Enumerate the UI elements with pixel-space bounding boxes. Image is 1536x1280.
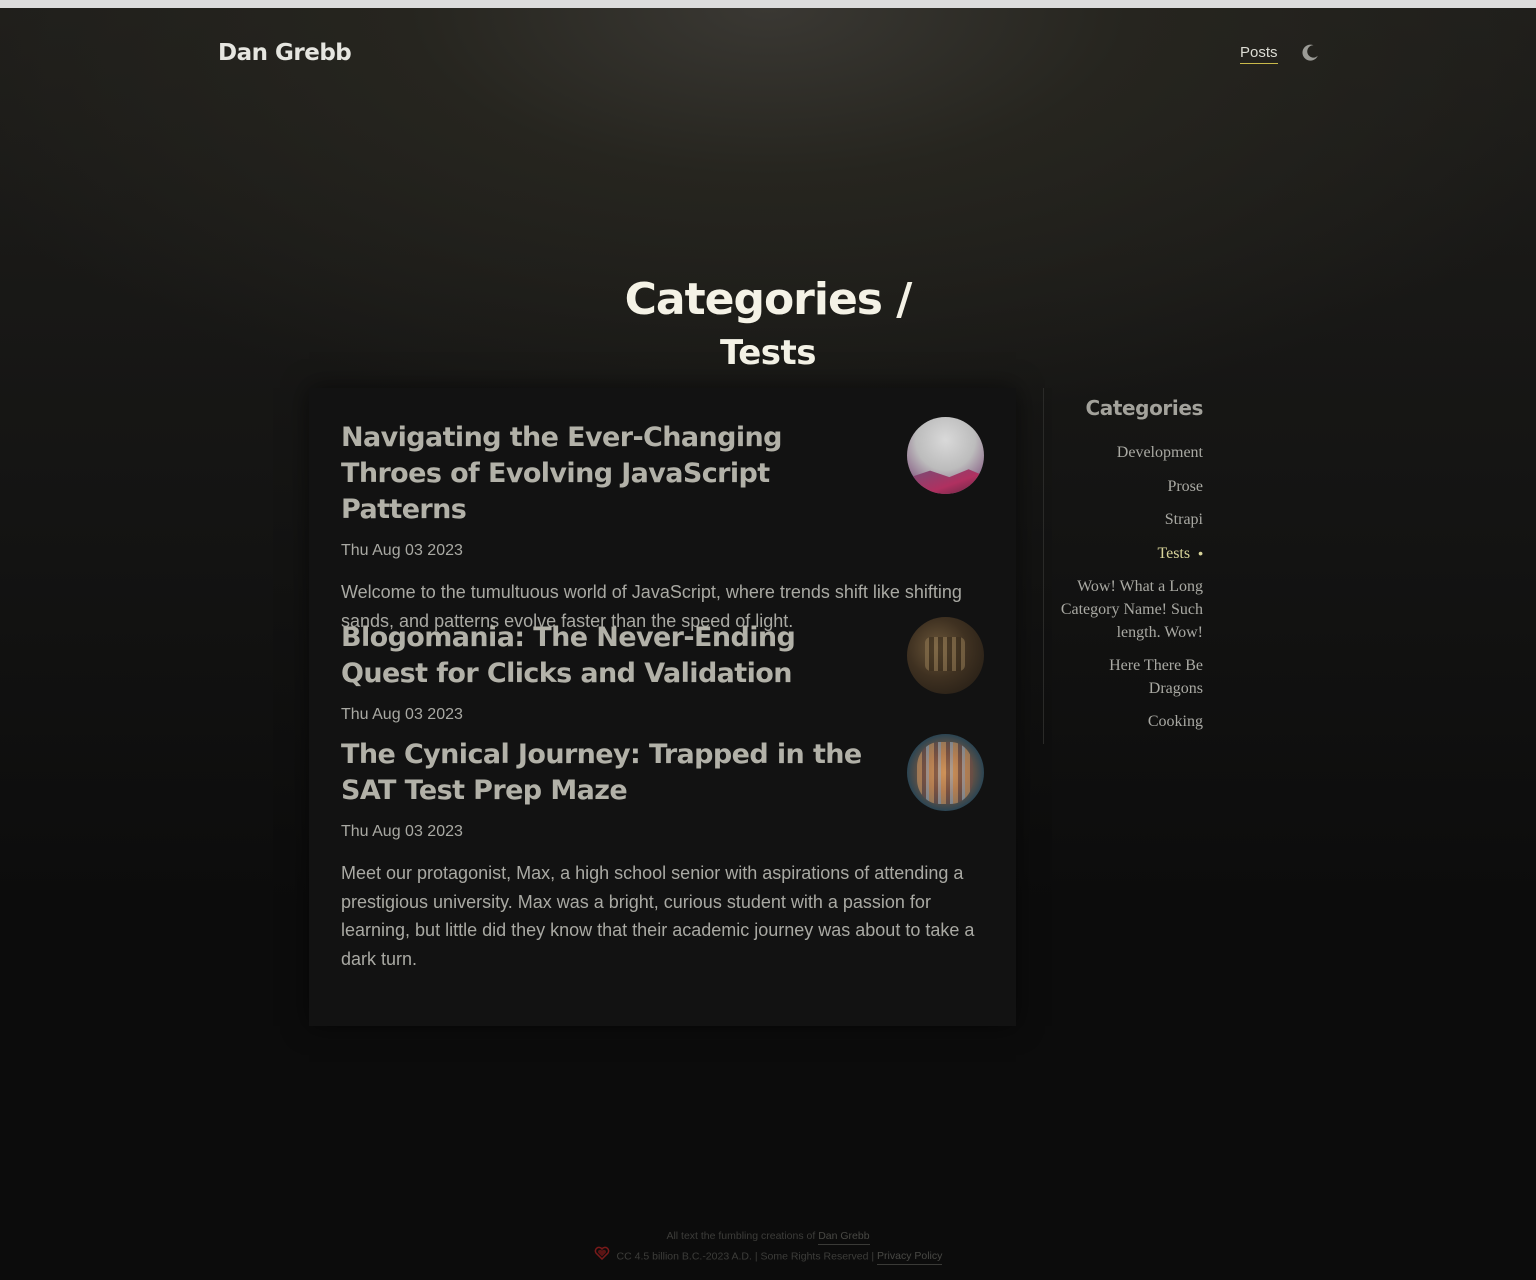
footer-license: CC 4.5 billion B.C.-2023 A.D. | Some Rig… [0,1246,1536,1266]
category-item-active: Tests • [1053,543,1203,566]
posts-list: Navigating the Ever-Changing Throes of E… [309,388,1016,1026]
page-title: Categories / Tests [0,272,1536,376]
footer-author-link[interactable]: Dan Grebb [818,1230,870,1245]
theme-toggle-button[interactable] [1300,43,1320,63]
footer-credit: All text the fumbling creations of Dan G… [0,1226,1536,1246]
post-date: Thu Aug 03 2023 [341,706,463,723]
heart-icon [594,1246,610,1267]
post-item: Navigating the Ever-Changing Throes of E… [341,417,984,635]
category-list: Development Prose Strapi Tests • Wow! Wha… [1053,442,1203,745]
page-title-category: Tests [720,333,816,373]
category-link-strapi[interactable]: Strapi [1165,511,1203,528]
footer-credit-text: All text the fumbling creations of [666,1230,816,1242]
post-title-link[interactable]: Navigating the Ever-Changing Throes of E… [341,420,881,528]
category-item: Prose [1053,476,1203,499]
category-item: Here There Be Dragons [1053,655,1203,700]
active-category-marker: • [1198,544,1203,561]
category-link-prose[interactable]: Prose [1167,478,1203,495]
category-item: Wow! What a Long Category Name! Such len… [1053,576,1203,644]
category-link-tests[interactable]: Tests [1157,545,1190,562]
category-item: Strapi [1053,509,1203,532]
site-title-link[interactable]: Dan Grebb [218,40,352,66]
post-title-link[interactable]: Blogomania: The Never-Ending Quest for C… [341,620,881,692]
post-excerpt: Meet our protagonist, Max, a high school… [341,863,975,969]
category-link-development[interactable]: Development [1117,444,1203,461]
site-footer: All text the fumbling creations of Dan G… [0,1226,1536,1266]
post-title-link[interactable]: The Cynical Journey: Trapped in the SAT … [341,737,881,809]
sidebar-title: Categories [1085,396,1203,420]
category-item: Development [1053,442,1203,465]
post-date: Thu Aug 03 2023 [341,823,463,840]
footer-license-text: CC 4.5 billion B.C.-2023 A.D. | Some Rig… [616,1250,875,1263]
categories-sidebar: Categories Development Prose Strapi Test… [1043,388,1203,744]
page-title-prefix: Categories / [624,274,913,325]
footer-privacy-link[interactable]: Privacy Policy [877,1250,943,1266]
category-link-cooking[interactable]: Cooking [1148,713,1203,730]
category-link-dragons[interactable]: Here There Be Dragons [1109,657,1203,697]
post-item: Blogomania: The Never-Ending Quest for C… [341,617,984,724]
site-header: Dan Grebb Posts [218,38,1320,72]
moon-icon [1302,44,1318,61]
nav-posts-link[interactable]: Posts [1240,44,1278,64]
category-link-long-name[interactable]: Wow! What a Long Category Name! Such len… [1061,578,1203,640]
post-item: The Cynical Journey: Trapped in the SAT … [341,734,984,973]
post-thumbnail[interactable] [907,617,984,694]
browser-top-strip [0,0,1536,8]
category-item: Cooking [1053,711,1203,734]
post-date: Thu Aug 03 2023 [341,542,463,559]
post-thumbnail[interactable] [907,734,984,811]
post-thumbnail[interactable] [907,417,984,494]
